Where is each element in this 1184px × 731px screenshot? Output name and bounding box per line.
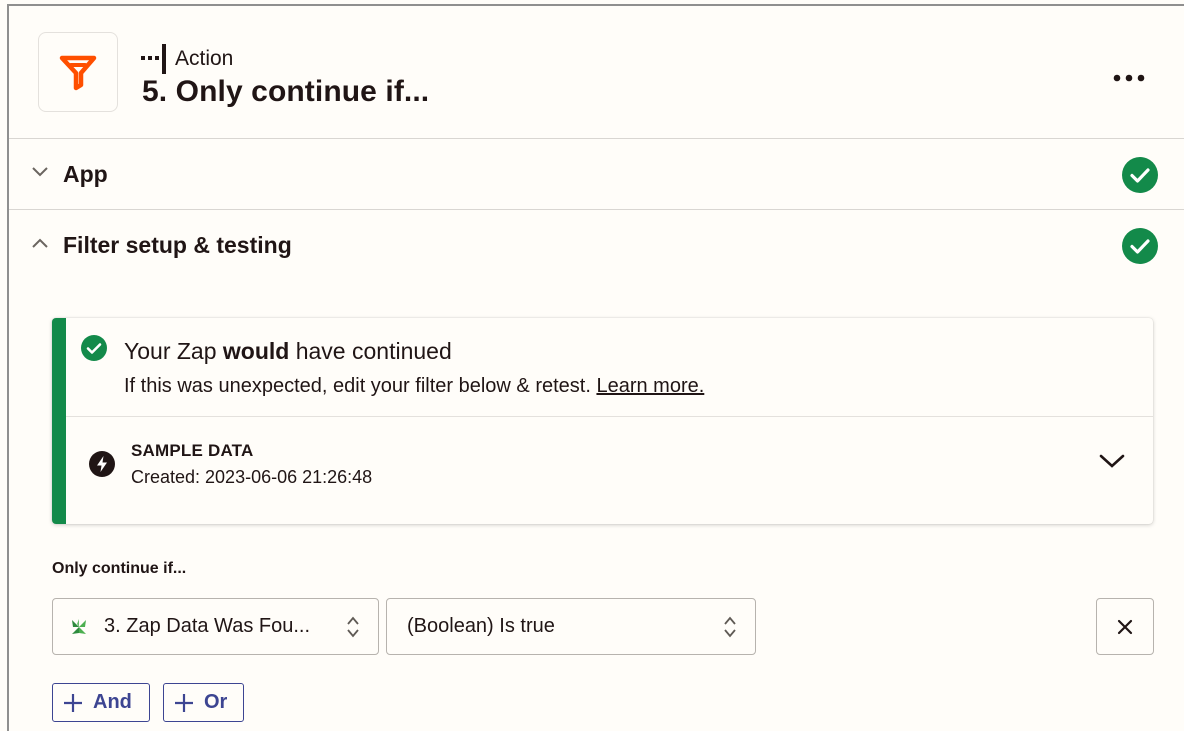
section-app-title: App	[63, 161, 108, 187]
section-app-toggle[interactable]: App	[9, 139, 1184, 210]
more-horizontal-icon	[1113, 74, 1145, 82]
funnel-icon	[59, 55, 97, 91]
result-title: Your Zap would have continued	[124, 338, 452, 365]
chevron-down-icon	[32, 167, 48, 177]
section-filter-title: Filter setup & testing	[63, 232, 292, 258]
filter-condition-label: Only continue if...	[52, 560, 187, 577]
more-options-button[interactable]	[1109, 63, 1149, 93]
result-title-post: have continued	[289, 338, 452, 364]
check-circle-icon	[81, 335, 107, 361]
bolt-icon	[89, 451, 115, 477]
filter-operator-value: (Boolean) Is true	[407, 615, 555, 637]
result-title-bold: would	[222, 338, 290, 364]
app-logo-icon	[72, 618, 86, 634]
plus-icon	[64, 693, 82, 712]
filter-step-panel: Action 5. Only continue if... App Filter…	[7, 4, 1184, 731]
section-filter: Filter setup & testing	[9, 210, 1184, 281]
remove-condition-button[interactable]	[1096, 598, 1154, 655]
check-circle-icon	[1122, 157, 1158, 193]
chevron-down-icon	[1099, 454, 1125, 468]
sample-data-created: Created: 2023-06-06 21:26:48	[131, 467, 373, 487]
close-icon	[1117, 619, 1133, 634]
step-type-label: Action	[175, 47, 234, 70]
add-and-condition-button[interactable]: And	[52, 683, 150, 722]
section-app: App	[9, 139, 1184, 210]
step-header: Action 5. Only continue if...	[9, 6, 1184, 139]
result-subtitle: If this was unexpected, edit your filter…	[124, 375, 704, 398]
action-step-icon	[141, 44, 166, 74]
sample-data-toggle[interactable]: SAMPLE DATA Created: 2023-06-06 21:26:48	[66, 417, 1153, 524]
test-result-card: Your Zap would have continued If this wa…	[52, 318, 1153, 524]
step-type: Action	[141, 44, 233, 74]
select-arrows-icon	[347, 616, 359, 638]
plus-icon	[175, 693, 193, 712]
check-circle-icon	[1122, 228, 1158, 264]
filter-app-icon	[38, 32, 118, 112]
learn-more-link[interactable]: Learn more.	[596, 375, 704, 397]
chevron-up-icon	[32, 238, 48, 248]
result-title-pre: Your Zap	[124, 338, 223, 364]
sample-data-title: SAMPLE DATA	[131, 441, 254, 460]
or-button-label: Or	[204, 691, 228, 713]
filter-operator-select[interactable]: (Boolean) Is true	[386, 598, 756, 655]
result-subtitle-text: If this was unexpected, edit your filter…	[124, 375, 597, 397]
and-button-label: And	[93, 691, 132, 713]
add-or-condition-button[interactable]: Or	[163, 683, 244, 722]
filter-field-select[interactable]: 3. Zap Data Was Fou...	[52, 598, 379, 655]
success-accent-bar	[52, 318, 66, 524]
section-filter-toggle[interactable]: Filter setup & testing	[9, 210, 1184, 281]
select-arrows-icon	[724, 616, 736, 638]
filter-field-value: 3. Zap Data Was Fou...	[104, 615, 311, 637]
step-title: 5. Only continue if...	[142, 75, 430, 108]
